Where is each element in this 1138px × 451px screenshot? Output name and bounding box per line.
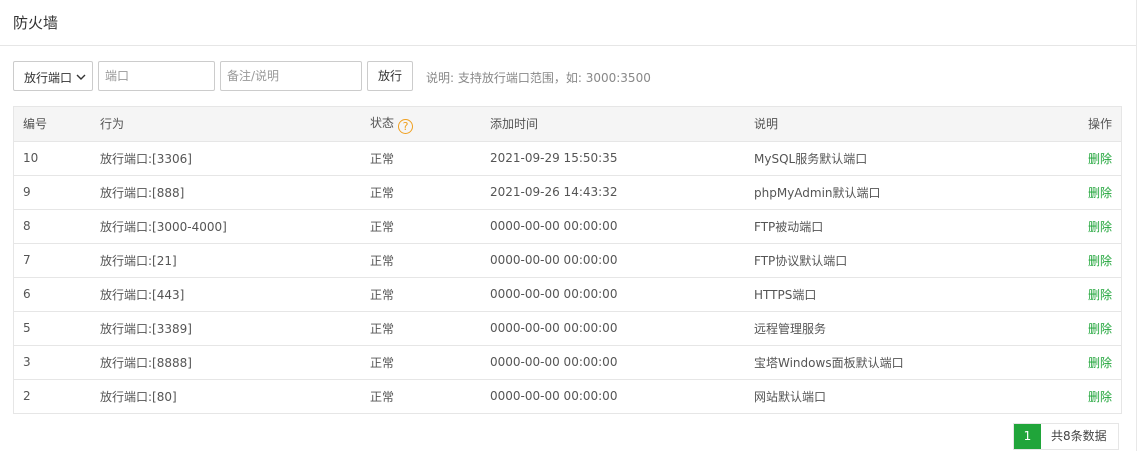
rule-description: 宝塔Windows面板默认端口 [754, 345, 1061, 380]
rule-description: FTP协议默认端口 [754, 243, 1061, 278]
column-header-status: 状态? [370, 107, 490, 142]
rule-status: 正常 [370, 277, 490, 312]
rule-description: 远程管理服务 [754, 311, 1061, 346]
rule-description: HTTPS端口 [754, 277, 1061, 312]
rule-operations: 删除 [1061, 277, 1121, 312]
port-input[interactable] [98, 61, 215, 91]
rule-action: 放行端口:[888] [100, 175, 370, 210]
delete-link[interactable]: 删除 [1088, 186, 1112, 200]
rule-time: 0000-00-00 00:00:00 [490, 209, 754, 244]
rule-id: 8 [14, 209, 100, 244]
table-row: 3 放行端口:[8888] 正常 0000-00-00 00:00:00 宝塔W… [14, 345, 1121, 380]
rule-time: 2021-09-26 14:43:32 [490, 175, 754, 210]
table-row: 6 放行端口:[443] 正常 0000-00-00 00:00:00 HTTP… [14, 277, 1121, 312]
delete-link[interactable]: 删除 [1088, 322, 1112, 336]
delete-link[interactable]: 删除 [1088, 220, 1112, 234]
rule-id: 10 [14, 141, 100, 176]
rule-id: 9 [14, 175, 100, 210]
delete-link[interactable]: 删除 [1088, 356, 1112, 370]
page-title: 防火墙 [13, 14, 59, 32]
table-header-row: 编号 行为 状态? 添加时间 说明 操作 [14, 107, 1121, 142]
rule-operations: 删除 [1061, 141, 1121, 176]
firewall-rules-table: 编号 行为 状态? 添加时间 说明 操作 10 放行端口:[3306] 正常 2… [13, 106, 1122, 414]
rule-time: 2021-09-29 15:50:35 [490, 141, 754, 176]
table-row: 7 放行端口:[21] 正常 0000-00-00 00:00:00 FTP协议… [14, 243, 1121, 278]
pagination: 1 共8条数据 [1013, 423, 1119, 450]
rule-status: 正常 [370, 345, 490, 380]
rule-time: 0000-00-00 00:00:00 [490, 311, 754, 346]
rule-description: 网站默认端口 [754, 389, 827, 404]
rule-description: FTP被动端口 [754, 209, 1061, 244]
table-row: 10 放行端口:[3306] 正常 2021-09-29 15:50:35 My… [14, 141, 1121, 176]
rule-operations: 删除 [1061, 345, 1121, 380]
rule-action: 放行端口:[80] [100, 389, 177, 404]
page-button-current[interactable]: 1 [1014, 424, 1041, 449]
column-header-status-label: 状态 [370, 115, 395, 130]
rule-description: phpMyAdmin默认端口 [754, 175, 1061, 210]
rule-id: 7 [14, 243, 100, 278]
rule-action: 放行端口:[3306] [100, 141, 370, 176]
rule-operations: 删除 [1061, 175, 1121, 210]
column-header-id: 编号 [14, 107, 100, 142]
firewall-toolbar: 放行端口 放行 说明: 支持放行端口范围，如: 3000:3500 [13, 61, 1113, 91]
rule-time: 0000-00-00 00:00:00 [490, 277, 754, 312]
rule-time: 0000-00-00 00:00:00 [490, 345, 754, 380]
table-row: 9 放行端口:[888] 正常 2021-09-26 14:43:32 phpM… [14, 175, 1121, 210]
rule-action: 放行端口:[3000-4000] [100, 209, 370, 244]
rule-description: MySQL服务默认端口 [754, 141, 1061, 176]
delete-link[interactable]: 删除 [1088, 288, 1112, 302]
rule-status: 正常 [370, 209, 490, 244]
rule-action: 放行端口:[21] [100, 243, 370, 278]
rule-time: 0000-00-00 00:00:00 [490, 243, 754, 278]
panel-divider [1136, 0, 1137, 451]
rule-status: 正常 [370, 175, 490, 210]
column-header-operation: 操作 [1061, 107, 1121, 142]
rule-status: 正常 [370, 311, 490, 346]
note-input[interactable] [220, 61, 362, 91]
rule-id: 6 [14, 277, 100, 312]
rule-id: 5 [14, 311, 100, 346]
rule-action: 放行端口:[3389] [100, 311, 370, 346]
column-header-description: 说明 [754, 107, 1061, 142]
allow-button[interactable]: 放行 [367, 61, 413, 91]
rule-operations: 删除 [1061, 311, 1121, 346]
delete-link[interactable]: 删除 [1088, 390, 1112, 404]
rule-type-select[interactable]: 放行端口 [13, 61, 93, 91]
rule-operations: 删除 [1061, 209, 1121, 244]
total-count: 共8条数据 [1051, 429, 1107, 443]
page-header: 防火墙 [0, 0, 1136, 46]
column-header-time: 添加时间 [490, 107, 754, 142]
rule-status: 正常 [370, 243, 490, 278]
table-row: 2 放行端口:[80] 正常 0000-00-00 00:00:00 网站默认端… [14, 379, 1121, 413]
rule-operations: 删除 [1061, 379, 1121, 413]
chevron-down-icon [76, 74, 86, 80]
delete-link[interactable]: 删除 [1088, 152, 1112, 166]
rule-id: 2 [23, 389, 31, 404]
rule-type-select-value: 放行端口 [24, 71, 73, 85]
rule-status: 正常 [370, 141, 490, 176]
rule-action: 放行端口:[8888] [100, 345, 370, 380]
rule-action: 放行端口:[443] [100, 277, 370, 312]
rule-status: 正常 [370, 389, 395, 404]
port-range-hint: 说明: 支持放行端口范围，如: 3000:3500 [426, 71, 651, 85]
table-row: 8 放行端口:[3000-4000] 正常 0000-00-00 00:00:0… [14, 209, 1121, 244]
rule-id: 3 [14, 345, 100, 380]
table-row: 5 放行端口:[3389] 正常 0000-00-00 00:00:00 远程管… [14, 311, 1121, 346]
column-header-action: 行为 [100, 107, 370, 142]
rule-operations: 删除 [1061, 243, 1121, 278]
help-circle-icon[interactable]: ? [398, 118, 414, 134]
delete-link[interactable]: 删除 [1088, 254, 1112, 268]
rule-time: 0000-00-00 00:00:00 [490, 389, 618, 404]
